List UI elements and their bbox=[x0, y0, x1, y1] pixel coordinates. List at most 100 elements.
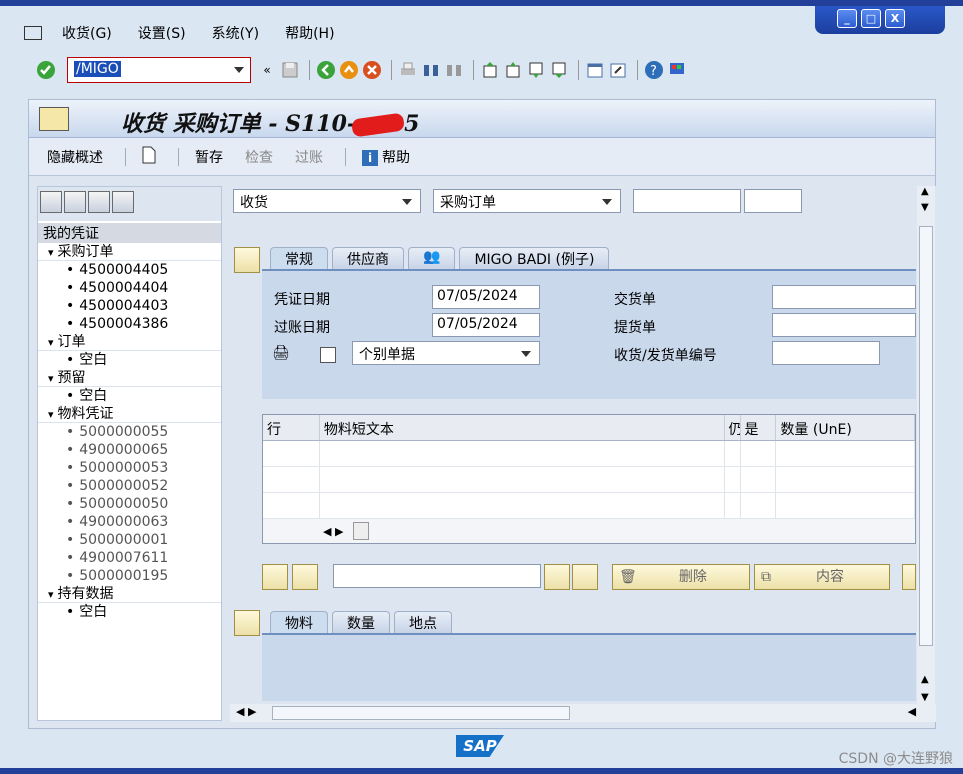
find-next-icon[interactable] bbox=[444, 60, 464, 80]
gr-slip-input[interactable] bbox=[772, 341, 880, 365]
tree-item[interactable]: 空白 bbox=[38, 603, 221, 621]
main-vscroll[interactable]: ▲ ▼ ▲ ▼ bbox=[917, 186, 935, 721]
help-button[interactable]: i 帮助 bbox=[362, 147, 410, 167]
tab-material[interactable]: 物料 bbox=[270, 611, 328, 633]
col-material-text[interactable]: 物料短文本 bbox=[320, 415, 725, 440]
menu-settings[interactable]: 设置(S) bbox=[138, 23, 186, 43]
tree-item[interactable]: 4900000065 bbox=[38, 441, 221, 459]
bill-of-lading-input[interactable] bbox=[772, 313, 916, 337]
cancel-icon[interactable] bbox=[362, 60, 382, 80]
tree-item[interactable]: 5000000195 bbox=[38, 567, 221, 585]
tree-item[interactable]: 4500004405 bbox=[38, 261, 221, 279]
action-select[interactable]: 收货 bbox=[233, 189, 421, 213]
tree-item[interactable]: 5000000001 bbox=[38, 531, 221, 549]
previous-page-icon[interactable] bbox=[503, 60, 523, 80]
delete-button[interactable]: 🗑 删除 bbox=[612, 564, 750, 590]
shortcut-icon[interactable] bbox=[608, 60, 628, 80]
tree-item[interactable]: 5000000050 bbox=[38, 495, 221, 513]
reference-item-input[interactable] bbox=[744, 189, 802, 213]
main-hscroll[interactable]: ◀ ▶ ◀ ▶ bbox=[230, 704, 936, 722]
tree-item[interactable]: 4500004403 bbox=[38, 297, 221, 315]
tab-vendor[interactable]: 供应商 bbox=[332, 247, 404, 269]
col-quantity[interactable]: 数量 (UnE) bbox=[776, 415, 916, 440]
print-icon[interactable] bbox=[398, 60, 418, 80]
reference-select[interactable]: 采购订单 bbox=[433, 189, 621, 213]
slip-type-select[interactable]: 个别单据 bbox=[352, 341, 540, 365]
check-button[interactable]: 检查 bbox=[245, 147, 273, 167]
minimize-button[interactable]: _ bbox=[837, 9, 857, 28]
trash-icon[interactable] bbox=[88, 191, 110, 213]
delivery-note-input[interactable] bbox=[772, 285, 916, 309]
tree-item[interactable]: 4500004386 bbox=[38, 315, 221, 333]
grid-search-input[interactable] bbox=[333, 564, 541, 588]
menu-goods-receipt[interactable]: 收货(G) bbox=[62, 23, 112, 43]
find-grid-icon[interactable] bbox=[544, 564, 570, 590]
contents-button[interactable]: ⧉ 内容 bbox=[754, 564, 890, 590]
hold-button[interactable]: 暂存 bbox=[195, 147, 223, 167]
tree-item[interactable]: 4900007611 bbox=[38, 549, 221, 567]
new-document-icon[interactable] bbox=[142, 146, 156, 168]
tree-item[interactable]: 空白 bbox=[38, 351, 221, 369]
find-icon[interactable] bbox=[421, 60, 441, 80]
tab-migo-badi[interactable]: MIGO BADI (例子) bbox=[459, 247, 610, 269]
col-ok[interactable]: 仍 bbox=[725, 415, 741, 440]
table-row[interactable] bbox=[263, 493, 915, 519]
hide-overview-button[interactable]: 隐藏概述 bbox=[47, 147, 103, 167]
grid-hscroll[interactable]: ◀ ▶ bbox=[263, 519, 915, 543]
tree-folder[interactable]: 物料凭证 bbox=[38, 405, 221, 423]
doc-date-field[interactable]: 07/05/2024 bbox=[432, 285, 540, 309]
tree-item[interactable]: 4900000063 bbox=[38, 513, 221, 531]
maximize-button[interactable]: □ bbox=[861, 9, 881, 28]
tree-item[interactable]: 5000000053 bbox=[38, 459, 221, 477]
exit-icon[interactable] bbox=[339, 60, 359, 80]
post-button[interactable]: 过账 bbox=[295, 147, 323, 167]
tab-general[interactable]: 常规 bbox=[270, 247, 328, 269]
tree-folder[interactable]: 采购订单 bbox=[38, 243, 221, 261]
header-toggle-icon[interactable] bbox=[234, 247, 260, 273]
tree-item[interactable]: 5000000055 bbox=[38, 423, 221, 441]
first-page-icon[interactable] bbox=[480, 60, 500, 80]
help-icon[interactable]: ? bbox=[644, 60, 664, 80]
reference-number-input[interactable] bbox=[633, 189, 741, 213]
menu-exit-icon[interactable] bbox=[24, 26, 42, 40]
app-menu-icon[interactable] bbox=[39, 107, 69, 131]
expand-icon[interactable] bbox=[40, 191, 62, 213]
col-yes[interactable]: 是 bbox=[741, 415, 777, 440]
tree-item[interactable]: 4500004404 bbox=[38, 279, 221, 297]
filter-icon[interactable] bbox=[292, 564, 318, 590]
tree-item[interactable]: 空白 bbox=[38, 387, 221, 405]
close-tree-icon[interactable] bbox=[112, 191, 134, 213]
last-page-icon[interactable] bbox=[549, 60, 569, 80]
sort-ascending-icon[interactable] bbox=[262, 564, 288, 590]
tree-folder[interactable]: 预留 bbox=[38, 369, 221, 387]
table-row[interactable] bbox=[263, 467, 915, 493]
detail-toggle-icon[interactable] bbox=[234, 610, 260, 636]
post-date-field[interactable]: 07/05/2024 bbox=[432, 313, 540, 337]
tree-folder[interactable]: 订单 bbox=[38, 333, 221, 351]
enter-icon[interactable] bbox=[36, 60, 56, 80]
menu-system[interactable]: 系统(Y) bbox=[212, 23, 259, 43]
command-field[interactable]: /MIGO bbox=[67, 57, 251, 83]
collapse-icon[interactable] bbox=[64, 191, 86, 213]
tab-quantity[interactable]: 数量 bbox=[332, 611, 390, 633]
printer-icon[interactable]: 🖨 bbox=[272, 345, 290, 361]
print-checkbox[interactable] bbox=[320, 347, 336, 363]
delivery-note-label: 交货单 bbox=[614, 292, 656, 308]
menu-help[interactable]: 帮助(H) bbox=[285, 23, 334, 43]
tree-item[interactable]: 5000000052 bbox=[38, 477, 221, 495]
back-icon[interactable] bbox=[316, 60, 336, 80]
col-line[interactable]: 行 bbox=[263, 415, 320, 440]
tab-location[interactable]: 地点 bbox=[394, 611, 452, 633]
new-session-icon[interactable] bbox=[585, 60, 605, 80]
find-next-grid-icon[interactable] bbox=[572, 564, 598, 590]
layout-menu-icon[interactable] bbox=[667, 60, 687, 80]
tree-folder[interactable]: 持有数据 bbox=[38, 585, 221, 603]
more-actions-icon[interactable] bbox=[902, 564, 916, 590]
tab-partner-icon[interactable]: 👥 bbox=[408, 247, 456, 269]
double-chevron-left-icon[interactable]: « bbox=[257, 60, 277, 80]
next-page-icon[interactable] bbox=[526, 60, 546, 80]
table-row[interactable] bbox=[263, 441, 915, 467]
save-icon[interactable] bbox=[280, 60, 300, 80]
pane-splitter[interactable] bbox=[222, 186, 230, 721]
close-button[interactable]: X bbox=[885, 9, 905, 28]
